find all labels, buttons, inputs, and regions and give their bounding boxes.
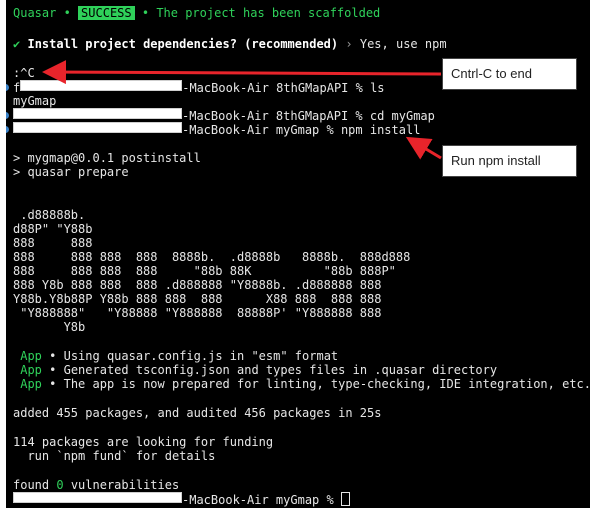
npm-install-callout: Run npm install <box>442 145 577 177</box>
npm-summary-line: added 455 packages, and audited 456 pack… <box>13 406 382 420</box>
prompt-text: -MacBook-Air myGmap % npm install <box>182 123 421 137</box>
redacted-username <box>13 492 182 503</box>
prompt-marker-icon <box>6 126 9 133</box>
app-tag: App <box>20 363 42 377</box>
funding-line: 114 packages are looking for funding <box>13 435 274 449</box>
ascii-art-line: 888 888 <box>13 236 93 250</box>
redacted-username <box>13 108 182 119</box>
current-prompt-line[interactable]: -MacBook-Air myGmap % <box>13 492 350 507</box>
install-answer: Yes, use npm <box>359 37 447 51</box>
prompt-marker-icon <box>6 84 9 91</box>
banner-message: The project has been scaffolded <box>156 6 381 20</box>
vuln-suffix: vulnerabilities <box>63 478 180 492</box>
install-prompt-line: ✔ Install project dependencies? (recomme… <box>13 37 447 51</box>
prompt-marker-icon <box>6 112 9 119</box>
ascii-art-line: 888 888 888 888 "88b 88K "88b 888P" <box>13 264 396 278</box>
ctrl-c-line: :^C <box>13 66 35 80</box>
screenshot-frame: Quasar • SUCCESS • The project has been … <box>0 0 595 512</box>
ascii-art-line: d88P" "Y88b <box>13 222 93 236</box>
prompt-text: -MacBook-Air 8thGMapAPI % ls <box>182 81 385 95</box>
app-log-text: The app is now prepared for linting, typ… <box>63 377 590 391</box>
ascii-art-line: .d88888b. <box>13 208 86 222</box>
app-log-text: Using quasar.config.js in "esm" format <box>63 349 339 363</box>
check-icon: ✔ <box>13 37 21 51</box>
ascii-art-line: Y8b <box>13 320 86 334</box>
prompt-prefix: f <box>13 81 21 95</box>
chevron-right-icon: › <box>345 37 353 51</box>
prompt-line: f -MacBook-Air 8thGMapAPI % ls <box>6 80 385 95</box>
app-log-line: App • Generated tsconfig.json and types … <box>20 363 498 377</box>
funding-line: run `npm fund` for details <box>13 449 216 463</box>
vuln-prefix: found <box>13 478 57 492</box>
vulnerabilities-line: found 0 vulnerabilities <box>13 478 179 492</box>
prompt-line: -MacBook-Air 8thGMapAPI % cd myGmap <box>6 108 435 123</box>
postinstall-line: > mygmap@0.0.1 postinstall <box>13 151 201 165</box>
banner-separator: • <box>56 6 79 20</box>
app-log-text: Generated tsconfig.json and types files … <box>63 363 498 377</box>
app-log-line: App • The app is now prepared for lintin… <box>20 377 590 391</box>
ascii-art-line: 888 Y8b 888 888 888 .d888888 "Y8888b. .d… <box>13 278 382 292</box>
install-question: Install project dependencies? (recommend… <box>27 37 339 51</box>
banner-line: Quasar • SUCCESS • The project has been … <box>13 6 380 20</box>
ascii-art-line: 888 888 888 888 8888b. .d8888b 8888b. 88… <box>13 250 411 264</box>
prompt-line: -MacBook-Air myGmap % npm install <box>6 122 421 137</box>
app-log-line: App • Using quasar.config.js in "esm" fo… <box>20 349 339 363</box>
prompt-text: -MacBook-Air myGmap % <box>182 493 334 507</box>
vuln-count: 0 <box>56 478 64 492</box>
ascii-art-line: Y88b.Y8b88P Y88b 888 888 888 X88 888 888… <box>13 292 382 306</box>
success-badge: SUCCESS <box>78 6 135 20</box>
redacted-username <box>13 122 182 133</box>
redacted-username <box>20 80 183 91</box>
ascii-art-line: "Y888888" "Y88888 "Y888888 88888P' "Y888… <box>13 306 382 320</box>
ctrl-c-callout: Cntrl-C to end <box>442 58 577 90</box>
prompt-text: -MacBook-Air 8thGMapAPI % cd myGmap <box>182 109 435 123</box>
banner-app-name: Quasar <box>13 6 57 20</box>
app-tag: App <box>20 377 42 391</box>
banner-separator: • <box>134 6 157 20</box>
cursor-block-icon <box>340 492 350 506</box>
ls-output-line: myGmap <box>13 94 57 108</box>
app-tag: App <box>20 349 42 363</box>
postinstall-line: > quasar prepare <box>13 165 129 179</box>
